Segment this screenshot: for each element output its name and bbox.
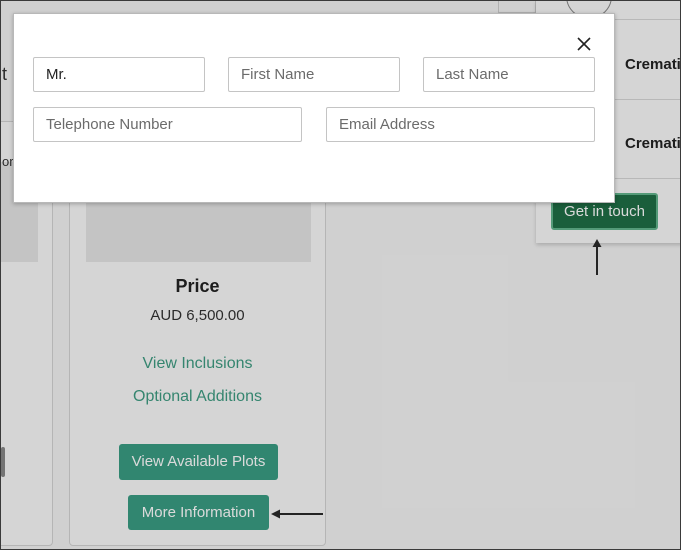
close-icon[interactable]	[575, 35, 593, 53]
email-field[interactable]	[326, 107, 595, 142]
first-name-field[interactable]	[228, 57, 400, 92]
telephone-field[interactable]	[33, 107, 302, 142]
contact-modal	[13, 13, 615, 203]
last-name-field[interactable]	[423, 57, 595, 92]
screen-frame: t or Price AUD 6,500.00 View Inclusions …	[0, 0, 681, 550]
title-field[interactable]	[33, 57, 205, 92]
